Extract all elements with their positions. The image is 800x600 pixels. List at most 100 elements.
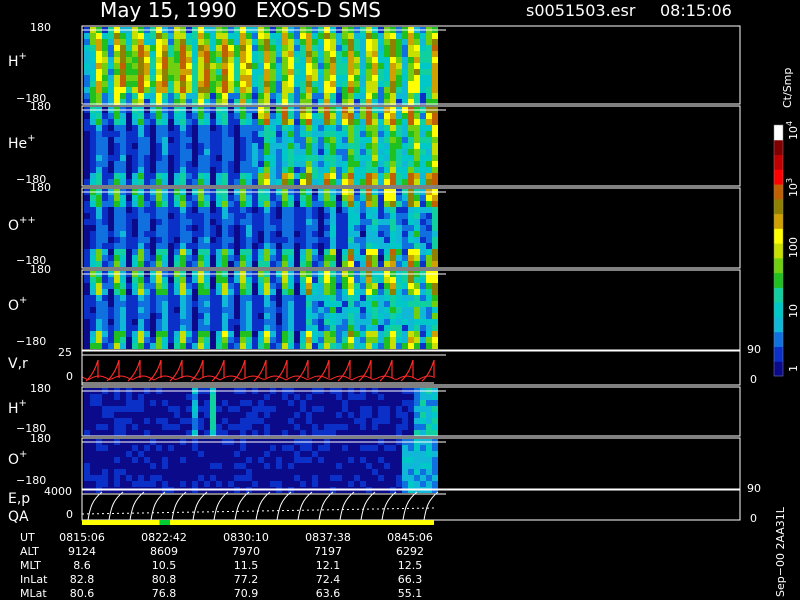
heat-cell: [342, 179, 348, 185]
heat-cell: [156, 255, 162, 261]
heat-cell: [174, 179, 180, 185]
heat-cell: [330, 131, 336, 137]
heat-cell: [378, 418, 384, 424]
heat-cell: [144, 412, 150, 418]
heat-cell: [288, 295, 294, 301]
heat-cell: [432, 125, 438, 131]
heat-cell: [318, 295, 324, 301]
heat-cell: [270, 143, 276, 149]
heat-cell: [276, 57, 282, 63]
heat-cell: [168, 331, 174, 337]
heat-cell: [396, 475, 402, 481]
heat-cell: [318, 301, 324, 307]
heat-cell: [204, 195, 210, 201]
heat-cell: [174, 313, 180, 319]
heat-cell: [84, 343, 90, 349]
heat-cell: [354, 173, 360, 179]
heat-cell: [396, 343, 402, 349]
heat-cell: [342, 119, 348, 125]
heat-cell: [246, 412, 252, 418]
heat-cell: [216, 406, 222, 412]
heat-cell: [138, 113, 144, 119]
heat-cell: [168, 261, 174, 267]
heat-cell: [258, 337, 264, 343]
heat-cell: [240, 313, 246, 319]
heat-cell: [102, 125, 108, 131]
heat-cell: [120, 418, 126, 424]
heat-cell: [216, 137, 222, 143]
heat-cell: [354, 225, 360, 231]
heat-cell: [90, 261, 96, 267]
heat-cell: [174, 319, 180, 325]
heat-cell: [312, 201, 318, 207]
cell-mlat-2: 76.8: [152, 587, 177, 600]
heat-cell: [348, 119, 354, 125]
heat-cell: [180, 167, 186, 173]
heat-cell: [246, 113, 252, 119]
heat-cell: [336, 237, 342, 243]
heat-cell: [114, 51, 120, 57]
heat-cell: [246, 63, 252, 69]
heat-cell: [114, 201, 120, 207]
heat-cell: [270, 201, 276, 207]
heat-cell: [240, 301, 246, 307]
vr-label: V,r: [8, 356, 28, 372]
heat-cell: [330, 412, 336, 418]
heat-cell: [210, 81, 216, 87]
heat-cell: [252, 457, 258, 463]
heat-cell: [312, 469, 318, 475]
heat-cell: [378, 131, 384, 137]
heat-cell: [318, 457, 324, 463]
heat-cell: [216, 161, 222, 167]
heat-cell: [276, 161, 282, 167]
heat-cell: [228, 137, 234, 143]
heat-cell: [252, 406, 258, 412]
heat-cell: [258, 219, 264, 225]
heat-cell: [372, 337, 378, 343]
heat-cell: [432, 394, 438, 400]
heat-cell: [288, 195, 294, 201]
heat-cell: [162, 418, 168, 424]
heat-cell: [282, 179, 288, 185]
oplus-low-bottom-tick: −180: [16, 474, 46, 487]
heat-cell: [90, 69, 96, 75]
heat-cell: [276, 119, 282, 125]
colorbar-tick-1e4: 104: [785, 121, 800, 140]
colorbar-swatch: [774, 257, 783, 274]
heat-cell: [120, 481, 126, 487]
heat-cell: [336, 418, 342, 424]
heat-cell: [414, 457, 420, 463]
heat-cell: [132, 119, 138, 125]
heat-cell: [120, 255, 126, 261]
heat-cell: [114, 137, 120, 143]
heat-cell: [366, 255, 372, 261]
heat-cell: [186, 173, 192, 179]
heat-cell: [366, 137, 372, 143]
heat-cell: [168, 119, 174, 125]
heat-cell: [306, 125, 312, 131]
cell-inlat-3: 77.2: [234, 573, 259, 586]
heat-cell: [432, 313, 438, 319]
heat-cell: [150, 231, 156, 237]
heat-cell: [162, 155, 168, 161]
heat-cell: [216, 225, 222, 231]
heat-cell: [168, 93, 174, 99]
heat-cell: [408, 149, 414, 155]
heat-cell: [390, 195, 396, 201]
heat-cell: [180, 400, 186, 406]
heat-cell: [246, 167, 252, 173]
heat-cell: [102, 219, 108, 225]
heat-cell: [336, 93, 342, 99]
heat-cell: [294, 195, 300, 201]
heat-cell: [114, 463, 120, 469]
heat-cell: [180, 255, 186, 261]
heat-cell: [198, 87, 204, 93]
heat-cell: [396, 289, 402, 295]
heat-cell: [132, 201, 138, 207]
heat-cell: [258, 343, 264, 349]
heat-cell: [126, 430, 132, 436]
heat-cell: [264, 412, 270, 418]
heat-cell: [222, 93, 228, 99]
heat-cell: [306, 394, 312, 400]
heat-cell: [132, 243, 138, 249]
